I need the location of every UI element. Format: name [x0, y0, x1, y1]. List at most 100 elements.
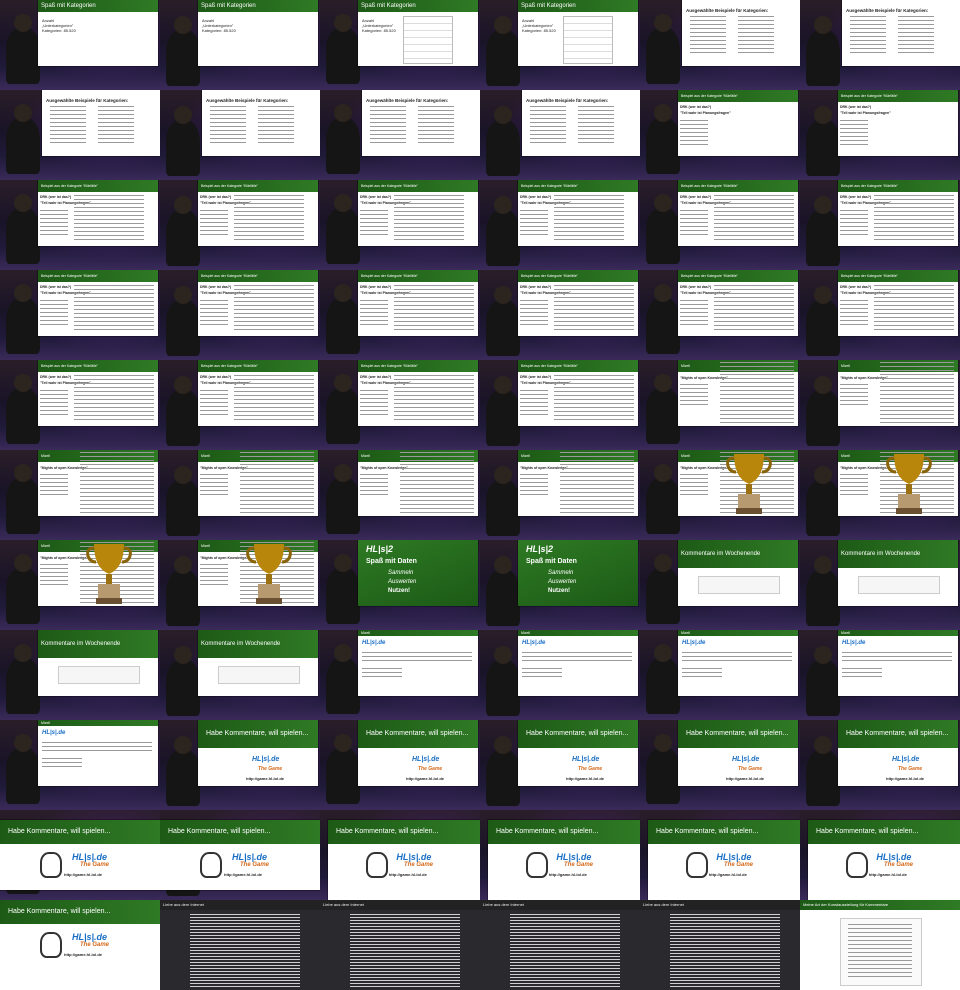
- presentation-slide: Mizell "Mights of open Knowledge": [198, 450, 318, 516]
- logo-subtitle: The Game: [738, 766, 763, 772]
- terminal-text: [350, 914, 460, 988]
- slide-text: DRK (wer ist das?): [360, 195, 392, 199]
- slide-title-bar: Habe Kommentare, will spielen...: [328, 820, 480, 844]
- speaker-figure: [486, 196, 520, 266]
- speaker-figure: [646, 464, 680, 534]
- slide-text: Kategorien: 85.520: [362, 28, 396, 33]
- slide-bullet: Sammeln: [548, 570, 574, 576]
- forum-text: [682, 668, 722, 678]
- slide-text: DRK (wer ist das?): [680, 195, 712, 199]
- logo: HL|s|.de: [716, 852, 752, 862]
- slide-title-bar: Beispiel aus der Kategorie “Klärfälle”: [838, 180, 958, 192]
- presentation-slide: Mizell HL|s|.de: [838, 630, 958, 696]
- trophy-image: [884, 450, 934, 516]
- game-url: http://game.hl-lol.de: [224, 872, 262, 877]
- slide-title-bar: Meine Art der Kunstausstellung für Komme…: [800, 900, 960, 910]
- slide-title-bar: Beispiel aus der Kategorie “Klärfälle”: [678, 180, 798, 192]
- slide-title-bar: Habe Kommentare, will spielen...: [358, 720, 478, 748]
- comment-box: [58, 666, 140, 684]
- speaker-figure: [646, 734, 680, 804]
- presentation-slide: Meine Art der Kunstausstellung für Komme…: [800, 900, 960, 990]
- video-thumbnail: Liebe aus dem Internet: [640, 900, 800, 990]
- presentation-slide: Mizell HL|s|.de: [358, 630, 478, 696]
- data-table: [403, 16, 453, 64]
- sidebar-list: [200, 210, 228, 236]
- video-thumbnail: Beispiel aus der Kategorie “Klärfälle” DR…: [0, 270, 160, 360]
- speaker-figure: [166, 196, 200, 266]
- logo-subtitle: The Game: [898, 766, 923, 772]
- video-thumbnail: Habe Kommentare, will spielen... HL|s|.de…: [480, 810, 640, 900]
- presentation-slide: Kommentare im Wochenende: [838, 540, 958, 606]
- slide-title-bar: Spaß mit Kategorien: [38, 0, 158, 12]
- slide-text: DRK (wer ist das?): [40, 375, 72, 379]
- game-url: http://game.hl-lol.de: [548, 872, 587, 877]
- text-column: [738, 16, 774, 56]
- forum-text: [682, 652, 792, 662]
- presentation-slide: Beispiel aus der Kategorie “Klärfälle” DR…: [198, 180, 318, 246]
- presentation-slide: Habe Kommentare, will spielen... HL|s|.de…: [488, 820, 640, 900]
- screenshot-text: [848, 924, 912, 978]
- speaker-figure: [326, 284, 360, 354]
- slide-title-bar: Mizell: [838, 630, 958, 636]
- logo-subtitle: The Game: [884, 862, 914, 868]
- speaker-figure: [486, 286, 520, 356]
- sidebar-list: [40, 300, 68, 326]
- document-text: [394, 285, 474, 333]
- slide-title-bar: Mizell: [38, 720, 158, 726]
- mascot-drawing: [686, 852, 708, 878]
- logo: HL|s|.de: [72, 852, 108, 862]
- forum-text: [42, 758, 82, 768]
- slide-text: DRK (wer ist das?): [200, 195, 232, 199]
- presentation-slide: Habe Kommentare, will spielen... HL|s|.de…: [648, 820, 800, 900]
- game-url: http://game.hl-lol.de: [64, 872, 102, 877]
- video-thumbnail: Mizell "Mights of open Knowledge": [640, 360, 800, 450]
- logo-subtitle: The Game: [724, 862, 754, 868]
- slide-text: DRK (wer ist das?): [360, 285, 392, 289]
- presentation-slide: Beispiel aus der Kategorie “Klärfälle” DR…: [838, 180, 958, 246]
- presentation-slide: Beispiel aus der Kategorie “Klärfälle” DR…: [358, 180, 478, 246]
- presentation-slide: Spaß mit Kategorien Anzahl „Unterkategorie…: [198, 0, 318, 66]
- sidebar-list: [40, 474, 68, 498]
- presentation-slide: Beispiel aus der Kategorie “Klärfälle” DR…: [518, 360, 638, 426]
- mascot-drawing: [40, 932, 62, 958]
- forum-text: [842, 668, 882, 678]
- speaker-figure: [806, 646, 840, 716]
- slide-title-bar: Beispiel aus der Kategorie “Klärfälle”: [838, 270, 958, 282]
- document-text: [560, 452, 634, 514]
- slide-title-bar: Habe Kommentare, will spielen...: [838, 720, 958, 748]
- sidebar-list: [840, 384, 868, 408]
- slide-title-bar: Liebe aus dem Internet: [480, 900, 640, 910]
- speaker-figure: [486, 556, 520, 626]
- sidebar-list: [360, 210, 388, 236]
- video-thumbnail: Beispiel aus der Kategorie “Klärfälle” DR…: [160, 180, 320, 270]
- presentation-slide: Liebe aus dem Internet: [480, 900, 640, 990]
- document-text: [400, 452, 474, 514]
- video-thumbnail: Meine Art der Kunstausstellung für Komme…: [800, 900, 960, 990]
- video-thumbnail: Spaß mit Kategorien Anzahl „Unterkategorie…: [0, 0, 160, 90]
- speaker-figure: [166, 646, 200, 716]
- speaker-figure: [646, 644, 680, 714]
- video-thumbnail: Mizell "Mights of open Knowledge": [0, 540, 160, 630]
- document-text: [80, 452, 154, 514]
- speaker-figure: [646, 14, 680, 84]
- sidebar-list: [360, 390, 388, 416]
- video-thumbnail: Habe Kommentare, will spielen... HL|s|.de…: [320, 720, 480, 810]
- video-thumbnail: Mizell HL|s|.de: [320, 630, 480, 720]
- presentation-slide: Ausgewählte Beispiele für Kategorien:: [522, 90, 640, 156]
- presentation-slide: Liebe aus dem Internet: [640, 900, 800, 990]
- text-column: [210, 106, 246, 146]
- document-text: [714, 285, 794, 333]
- sidebar-list: [40, 210, 68, 236]
- presentation-slide: Beispiel aus der Kategorie “Klärfälle” DR…: [358, 270, 478, 336]
- presentation-slide: Spaß mit Kategorien Anzahl „Unterkategorie…: [38, 0, 158, 66]
- video-thumbnail-grid: Spaß mit Kategorien Anzahl „Unterkategorie…: [0, 0, 960, 990]
- speaker-figure: [806, 736, 840, 806]
- game-url: http://game.hl-lol.de: [566, 776, 604, 781]
- slide-title: Spaß mit Daten: [366, 558, 417, 565]
- logo-subtitle: The Game: [258, 766, 283, 772]
- presentation-slide: Spaß mit Kategorien Anzahl „Unterkategorie…: [358, 0, 478, 66]
- presentation-slide: Mizell "Mights of open Knowledge": [678, 450, 798, 516]
- speaker-figure: [166, 286, 200, 356]
- presentation-slide: Kommentare im Wochenende: [38, 630, 158, 696]
- logo: HL|s|.de: [396, 852, 432, 862]
